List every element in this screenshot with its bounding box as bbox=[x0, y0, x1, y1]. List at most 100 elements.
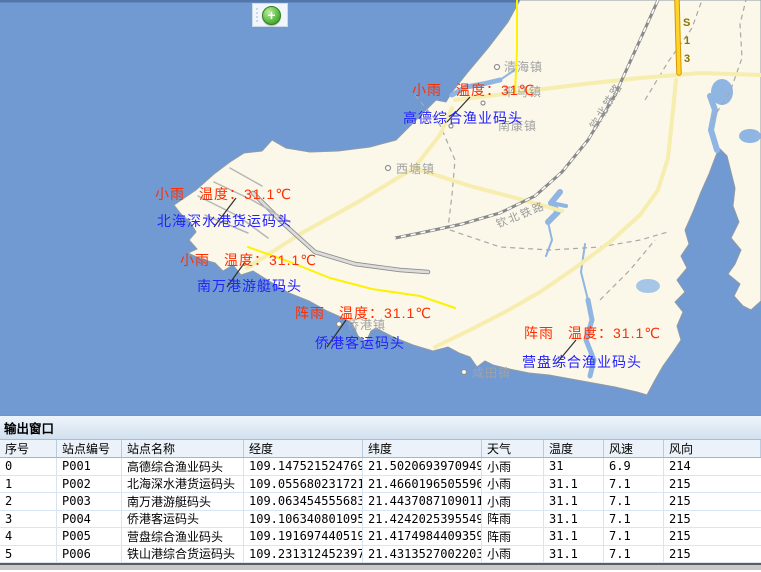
table-header-row: 序号 站点编号 站点名称 经度 纬度 天气 温度 风速 风向 bbox=[0, 440, 761, 458]
col-header-station-name: 站点名称 bbox=[122, 440, 244, 457]
temperature-label: 温度：31.1℃ bbox=[224, 252, 317, 268]
temperature-label: 温度：31.1℃ bbox=[568, 325, 661, 341]
weather-label: 小雨 bbox=[180, 252, 210, 268]
svg-text:3: 3 bbox=[684, 53, 690, 65]
cell-temperature: 31.1 bbox=[544, 493, 604, 510]
col-header-weather: 天气 bbox=[482, 440, 544, 457]
temperature-label: 温度：31.1℃ bbox=[199, 186, 292, 202]
cell-wind-direction: 215 bbox=[664, 546, 761, 563]
output-panel-title: 输出窗口 bbox=[4, 418, 54, 437]
plus-icon: + bbox=[267, 7, 275, 23]
cell-index: 4 bbox=[0, 528, 57, 545]
cell-wind-speed: 7.1 bbox=[604, 528, 664, 545]
cell-station-id: P002 bbox=[57, 476, 122, 493]
lake bbox=[636, 279, 660, 293]
weather-label: 阵雨 bbox=[295, 305, 325, 321]
cell-index: 0 bbox=[0, 458, 57, 475]
cell-temperature: 31.1 bbox=[544, 476, 604, 493]
cell-station-id: P005 bbox=[57, 528, 122, 545]
panel-bottom-edge bbox=[0, 563, 761, 570]
cell-wind-direction: 215 bbox=[664, 511, 761, 528]
cell-wind-direction: 214 bbox=[664, 458, 761, 475]
cell-wind-speed: 7.1 bbox=[604, 476, 664, 493]
cell-wind-direction: 215 bbox=[664, 528, 761, 545]
station-name-label: 高德综合渔业码头 bbox=[403, 108, 523, 128]
stations-table: 序号 站点编号 站点名称 经度 纬度 天气 温度 风速 风向 0 P001 高德… bbox=[0, 440, 761, 570]
cell-temperature: 31 bbox=[544, 458, 604, 475]
col-header-latitude: 纬度 bbox=[363, 440, 482, 457]
table-row[interactable]: 3 P004 侨港客运码头 109.106340801095 21.424202… bbox=[0, 511, 761, 529]
cell-wind-speed: 6.9 bbox=[604, 458, 664, 475]
cell-weather: 阵雨 bbox=[482, 528, 544, 545]
cell-station-name: 南万港游艇码头 bbox=[122, 493, 244, 510]
cell-weather: 小雨 bbox=[482, 476, 544, 493]
cell-longitude: 109.147521524769 bbox=[244, 458, 363, 475]
table-row[interactable]: 0 P001 高德综合渔业码头 109.147521524769 21.5020… bbox=[0, 458, 761, 476]
output-panel: 输出窗口 序号 站点编号 站点名称 经度 纬度 天气 温度 风速 风向 0 P0… bbox=[0, 416, 761, 571]
add-button[interactable]: + bbox=[262, 6, 281, 25]
col-header-temperature: 温度 bbox=[544, 440, 604, 457]
cell-weather: 小雨 bbox=[482, 546, 544, 563]
cell-temperature: 31.1 bbox=[544, 546, 604, 563]
cell-longitude: 109.106340801095 bbox=[244, 511, 363, 528]
temperature-label: 温度：31.1℃ bbox=[339, 305, 432, 321]
weather-annotation: 小雨温度：31.1℃ bbox=[180, 250, 317, 270]
cell-longitude: 109.191697440519 bbox=[244, 528, 363, 545]
col-header-station-id: 站点编号 bbox=[57, 440, 122, 457]
cell-latitude: 21.4174984409359 bbox=[363, 528, 482, 545]
weather-annotation: 小雨温度：31℃ bbox=[412, 80, 535, 100]
cell-station-id: P004 bbox=[57, 511, 122, 528]
cell-station-name: 营盘综合渔业码头 bbox=[122, 528, 244, 545]
weather-label: 小雨 bbox=[412, 82, 442, 98]
station-name-label: 北海深水港货运码头 bbox=[157, 211, 292, 231]
pond bbox=[711, 79, 733, 105]
svg-text:S: S bbox=[683, 17, 690, 29]
cell-index: 5 bbox=[0, 546, 57, 563]
col-header-index: 序号 bbox=[0, 440, 57, 457]
cell-station-name: 北海深水港货运码头 bbox=[122, 476, 244, 493]
pond bbox=[739, 129, 761, 143]
cell-station-name: 铁山港综合货运码头 bbox=[122, 546, 244, 563]
cell-station-id: P001 bbox=[57, 458, 122, 475]
cell-temperature: 31.1 bbox=[544, 528, 604, 545]
table-row[interactable]: 1 P002 北海深水港货运码头 109.055680231721 21.466… bbox=[0, 476, 761, 494]
cell-index: 1 bbox=[0, 476, 57, 493]
cell-latitude: 21.4313527002203 bbox=[363, 546, 482, 563]
cell-wind-direction: 215 bbox=[664, 493, 761, 510]
cell-longitude: 109.231312452397 bbox=[244, 546, 363, 563]
cell-index: 3 bbox=[0, 511, 57, 528]
map-viewport[interactable]: 钦北铁路 钦北铁路 S 1 3 清海镇 平马镇 南康镇 西塘镇 侨港 bbox=[0, 0, 761, 416]
cell-wind-direction: 215 bbox=[664, 476, 761, 493]
cell-longitude: 109.063454555683 bbox=[244, 493, 363, 510]
toolbar-grip-handle[interactable] bbox=[253, 4, 260, 26]
station-name-label: 南万港游艇码头 bbox=[197, 276, 302, 296]
cell-latitude: 21.4437087109011 bbox=[363, 493, 482, 510]
weather-label: 阵雨 bbox=[524, 325, 554, 341]
cell-latitude: 21.4660196505596 bbox=[363, 476, 482, 493]
cell-weather: 小雨 bbox=[482, 458, 544, 475]
temperature-label: 温度：31℃ bbox=[456, 82, 535, 98]
gis-application-window: 钦北铁路 钦北铁路 S 1 3 清海镇 平马镇 南康镇 西塘镇 侨港 bbox=[0, 0, 761, 572]
map-toolbar: + bbox=[252, 3, 288, 27]
weather-label: 小雨 bbox=[155, 186, 185, 202]
table-row[interactable]: 4 P005 营盘综合渔业码头 109.191697440519 21.4174… bbox=[0, 528, 761, 546]
station-name-label: 侨港客运码头 bbox=[315, 333, 405, 353]
table-row[interactable]: 2 P003 南万港游艇码头 109.063454555683 21.44370… bbox=[0, 493, 761, 511]
cell-index: 2 bbox=[0, 493, 57, 510]
table-row[interactable]: 5 P006 铁山港综合货运码头 109.231312452397 21.431… bbox=[0, 546, 761, 564]
cell-station-id: P003 bbox=[57, 493, 122, 510]
weather-annotation: 小雨温度：31.1℃ bbox=[155, 184, 292, 204]
cell-station-id: P006 bbox=[57, 546, 122, 563]
cell-wind-speed: 7.1 bbox=[604, 493, 664, 510]
cell-weather: 小雨 bbox=[482, 493, 544, 510]
cell-longitude: 109.055680231721 bbox=[244, 476, 363, 493]
cell-station-name: 侨港客运码头 bbox=[122, 511, 244, 528]
map-canvas[interactable]: 钦北铁路 钦北铁路 S 1 3 清海镇 平马镇 南康镇 西塘镇 侨港 bbox=[0, 0, 761, 416]
col-header-wind-direction: 风向 bbox=[664, 440, 761, 457]
output-panel-title-bar: 输出窗口 bbox=[0, 416, 761, 440]
weather-annotation: 阵雨温度：31.1℃ bbox=[295, 303, 432, 323]
col-header-wind-speed: 风速 bbox=[604, 440, 664, 457]
col-header-longitude: 经度 bbox=[244, 440, 363, 457]
cell-station-name: 高德综合渔业码头 bbox=[122, 458, 244, 475]
weather-annotation: 阵雨温度：31.1℃ bbox=[524, 323, 661, 343]
